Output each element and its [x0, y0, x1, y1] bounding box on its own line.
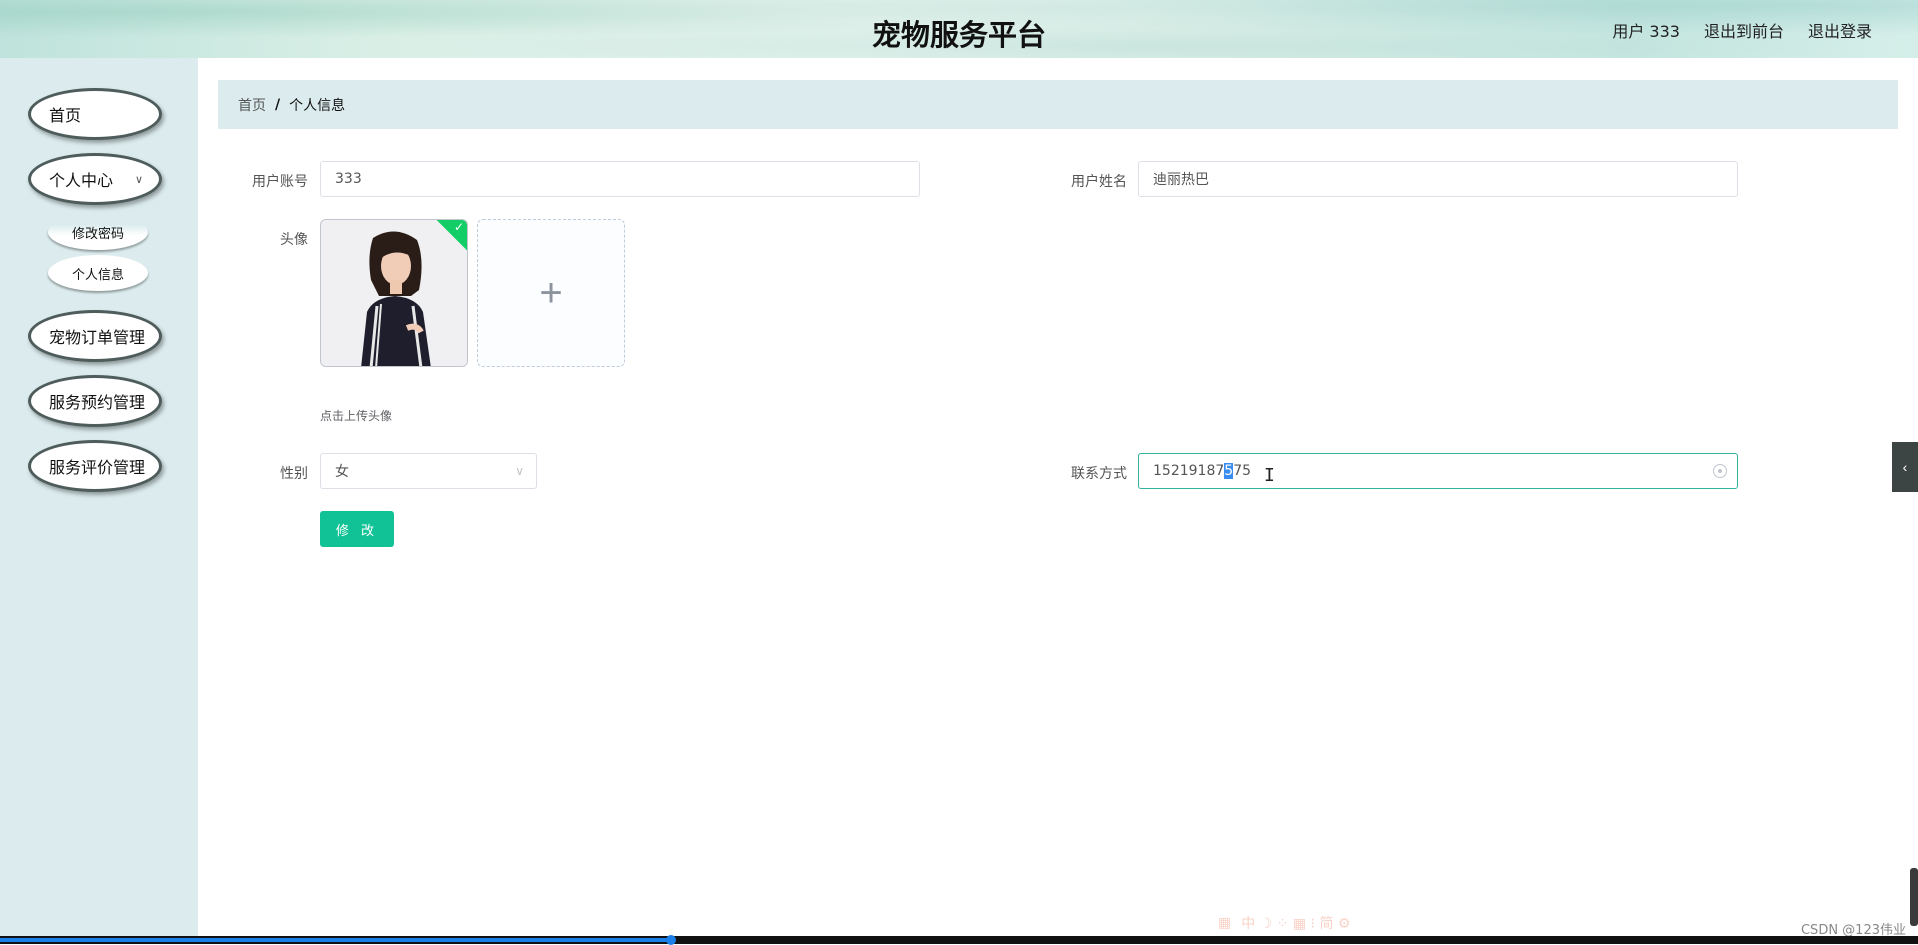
- phone-label: 联系方式: [1071, 466, 1127, 482]
- sidebar-item-label: 服务评价管理: [49, 458, 146, 477]
- exit-to-front-link[interactable]: 退出到前台: [1704, 18, 1784, 42]
- sidebar-subitem-change-password[interactable]: 修改密码: [48, 214, 148, 250]
- ime-toolbar: ▦ 中 ☽ ⁘ ▦ ⁝ 简 ⚙: [1218, 912, 1422, 934]
- chevron-left-icon: ‹: [1902, 459, 1908, 475]
- breadcrumb-current: 个人信息: [289, 97, 346, 114]
- avatar-label: 头像: [280, 232, 308, 248]
- upload-tip: 点击上传头像: [320, 409, 393, 423]
- top-header: 宠物服务平台 用户 333 退出到前台 退出登录: [0, 0, 1918, 58]
- sidebar-item-label: 服务预约管理: [49, 393, 146, 412]
- phone-value-selected: 5: [1224, 463, 1234, 479]
- breadcrumb: 首页 / 个人信息: [218, 80, 1898, 129]
- sidebar-item-personal-center[interactable]: 个人中心 ∨: [28, 153, 162, 205]
- sidebar-subitem-label: 个人信息: [71, 267, 124, 283]
- sidebar-item-label: 个人中心: [49, 171, 114, 190]
- gender-select[interactable]: 女 ∨: [320, 453, 537, 489]
- sidebar-subitem-personal-info[interactable]: 个人信息: [48, 255, 148, 291]
- sidebar-item-label: 首页: [49, 106, 82, 125]
- header-actions: 用户 333 退出到前台 退出登录: [1612, 18, 1872, 42]
- text-cursor-icon: I: [1264, 465, 1275, 486]
- account-input[interactable]: 333: [320, 161, 920, 197]
- ime-logo-icon: ▦: [1218, 915, 1232, 931]
- chevron-down-icon: ∨: [515, 464, 524, 478]
- avatar-photo: [321, 220, 467, 366]
- check-icon: ✓: [453, 220, 464, 234]
- name-input[interactable]: 迪丽热巴: [1138, 161, 1738, 197]
- sidebar-item-pet-orders[interactable]: 宠物订单管理: [28, 310, 162, 362]
- phone-value-before: 15219187: [1153, 463, 1225, 479]
- account-label: 用户账号: [252, 174, 308, 190]
- gender-label: 性别: [280, 466, 308, 482]
- phone-value-after: 75: [1233, 463, 1252, 479]
- chevron-down-icon: ∨: [134, 173, 143, 186]
- avatar-upload-button[interactable]: +: [477, 219, 625, 367]
- modify-button[interactable]: 修 改: [320, 511, 394, 547]
- current-user-label: 用户 333: [1612, 22, 1680, 41]
- sidebar-item-service-reviews[interactable]: 服务评价管理: [28, 440, 162, 492]
- video-progress-fill: [0, 938, 671, 942]
- plus-icon: +: [539, 271, 563, 315]
- breadcrumb-home[interactable]: 首页: [238, 95, 266, 115]
- ime-toolbar-glyphs: 中 ☽ ⁘ ▦ ⁝ 简 ⚙: [1241, 916, 1351, 932]
- name-value: 迪丽热巴: [1153, 172, 1209, 188]
- collapse-panel-button[interactable]: ‹: [1892, 442, 1918, 492]
- name-label: 用户姓名: [1071, 174, 1127, 190]
- breadcrumb-separator: /: [275, 96, 281, 113]
- phone-input[interactable]: 15219187 5 75: [1138, 453, 1738, 489]
- sidebar-item-home[interactable]: 首页: [28, 88, 162, 140]
- clear-icon[interactable]: [1713, 464, 1727, 478]
- account-value: 333: [335, 171, 362, 187]
- sidebar-item-service-booking[interactable]: 服务预约管理: [28, 375, 162, 427]
- gender-value: 女: [335, 464, 349, 480]
- logout-link[interactable]: 退出登录: [1808, 18, 1872, 42]
- avatar-thumbnail[interactable]: ✓: [320, 219, 468, 367]
- sidebar: 首页 个人中心 ∨ 修改密码 个人信息 宠物订单管理 服务预约管理 服务评价管理: [0, 58, 198, 944]
- sidebar-item-label: 宠物订单管理: [49, 328, 146, 347]
- sidebar-subitem-label: 修改密码: [71, 226, 124, 242]
- scrollbar-thumb[interactable]: [1910, 868, 1918, 926]
